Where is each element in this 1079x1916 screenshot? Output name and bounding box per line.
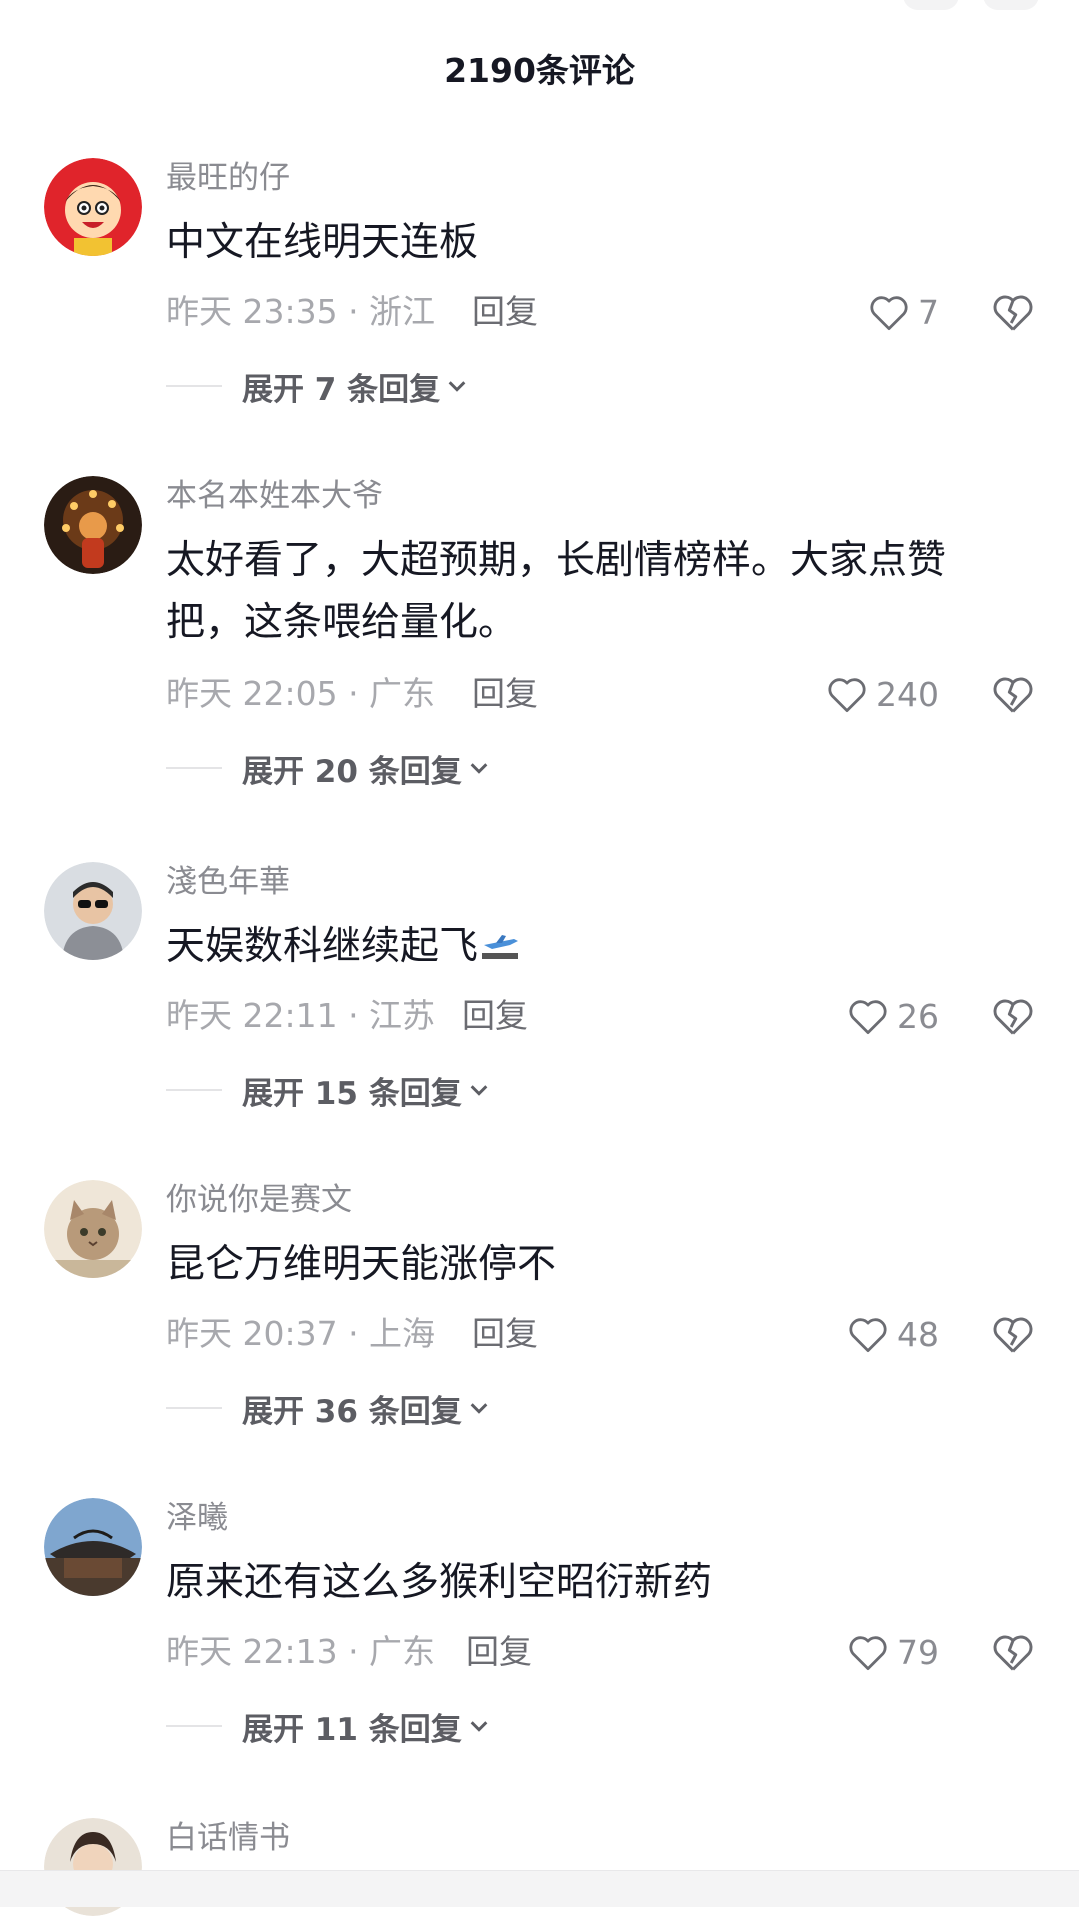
expand-replies-button[interactable]: 展开 36 条回复 — [166, 1388, 490, 1430]
chevron-down-icon — [470, 1721, 488, 1732]
comment-meta: 昨天 22:05 · 广东 — [166, 674, 436, 713]
dislike-icon[interactable] — [991, 1312, 1035, 1356]
airplane-icon — [482, 935, 519, 959]
top-controls — [879, 0, 1039, 14]
comment-input-bar[interactable] — [0, 1870, 1079, 1907]
divider-line — [166, 1725, 222, 1727]
comments-count-title: 2190条评论 — [444, 51, 635, 90]
chevron-down-icon — [470, 1403, 488, 1414]
username[interactable]: 最旺的仔 — [166, 158, 290, 198]
like-count: 26 — [897, 996, 939, 1036]
comment-text: 天娱数科继续起飞 — [166, 916, 1006, 978]
heart-icon — [849, 1636, 887, 1671]
dislike-icon[interactable] — [991, 672, 1035, 716]
comment-meta: 昨天 22:11 · 江苏 — [166, 996, 436, 1035]
expand-replies-label: 展开 11 条回复 — [242, 1711, 462, 1748]
dislike-icon[interactable] — [991, 290, 1035, 334]
dislike-icon[interactable] — [991, 1630, 1035, 1674]
like-button[interactable]: 79 — [847, 1630, 939, 1674]
username[interactable]: 你说你是赛文 — [166, 1180, 352, 1220]
comment-text: 昆仑万维明天能涨停不 — [166, 1242, 557, 1287]
divider-line — [166, 385, 222, 387]
reply-button[interactable]: 回复 — [472, 1314, 538, 1354]
username[interactable]: 本名本姓本大爷 — [166, 476, 383, 516]
divider-line — [166, 1407, 222, 1409]
avatar[interactable] — [44, 158, 142, 256]
control-pill[interactable] — [903, 0, 959, 10]
expand-replies-button[interactable]: 展开 15 条回复 — [166, 1070, 490, 1112]
username[interactable]: 淺色年華 — [166, 862, 290, 902]
chevron-down-icon — [470, 1085, 488, 1096]
heart-icon — [828, 678, 866, 713]
like-button[interactable]: 48 — [847, 1312, 939, 1356]
divider-line — [166, 1089, 222, 1091]
comment-text-value: 天娱数科继续起飞 — [166, 924, 479, 969]
avatar[interactable] — [44, 1498, 142, 1596]
comment-meta: 昨天 23:35 · 浙江 — [166, 292, 436, 331]
reply-button[interactable]: 回复 — [472, 292, 538, 332]
expand-replies-button[interactable]: 展开 11 条回复 — [166, 1706, 490, 1748]
like-count: 48 — [897, 1314, 939, 1354]
username[interactable]: 白话情书 — [166, 1818, 290, 1858]
reply-button[interactable]: 回复 — [472, 674, 538, 714]
chevron-down-icon — [470, 763, 488, 774]
expand-replies-button[interactable]: 展开 7 条回复 — [166, 366, 468, 408]
avatar[interactable] — [44, 862, 142, 960]
expand-replies-label: 展开 15 条回复 — [242, 1075, 462, 1112]
like-count: 79 — [897, 1632, 939, 1672]
like-button[interactable]: 240 — [826, 672, 939, 716]
comment-meta: 昨天 20:37 · 上海 — [166, 1314, 436, 1353]
heart-icon — [870, 296, 908, 331]
divider-line — [166, 767, 222, 769]
heart-icon — [849, 1318, 887, 1353]
username[interactable]: 泽曦 — [166, 1498, 228, 1538]
expand-replies-button[interactable]: 展开 20 条回复 — [166, 748, 490, 790]
comment-text: 太好看了，大超预期，长剧情榜样。大家点赞 把，这条喂给量化。 — [166, 538, 947, 645]
expand-replies-label: 展开 36 条回复 — [242, 1393, 462, 1430]
comment-meta: 昨天 22:13 · 广东 — [166, 1632, 436, 1671]
chevron-down-icon — [448, 381, 466, 392]
control-pill[interactable] — [983, 0, 1039, 10]
comment-text: 原来还有这么多猴利空昭衍新药 — [166, 1560, 713, 1605]
expand-replies-label: 展开 7 条回复 — [242, 371, 441, 408]
dislike-icon[interactable] — [991, 994, 1035, 1038]
avatar[interactable] — [44, 1180, 142, 1278]
comment-text: 中文在线明天连板 — [166, 220, 479, 265]
avatar[interactable] — [44, 476, 142, 574]
like-button[interactable]: 26 — [847, 994, 939, 1038]
like-count: 7 — [918, 292, 939, 332]
like-button[interactable]: 7 — [868, 290, 939, 334]
heart-icon — [849, 1000, 887, 1035]
like-count: 240 — [876, 674, 939, 714]
expand-replies-label: 展开 20 条回复 — [242, 753, 462, 790]
reply-button[interactable]: 回复 — [462, 996, 528, 1036]
reply-button[interactable]: 回复 — [466, 1632, 532, 1672]
